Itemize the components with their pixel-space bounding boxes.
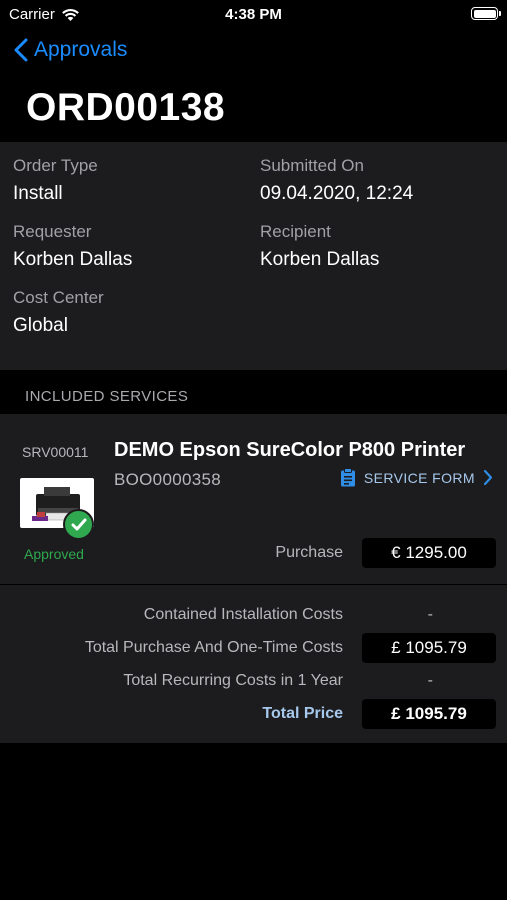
back-button[interactable]: Approvals <box>14 38 127 62</box>
recipient-value: Korben Dallas <box>260 249 380 270</box>
total-price-row: Total Price £ 1095.79 <box>0 699 507 729</box>
battery-icon <box>471 7 501 20</box>
recurring-costs-value: - <box>427 672 433 689</box>
back-chevron-icon <box>14 38 28 62</box>
purchase-label: Purchase <box>275 544 343 561</box>
status-bar: Carrier 4:38 PM <box>0 0 507 30</box>
order-info-panel: Order Type Install Submitted On 09.04.20… <box>0 142 507 370</box>
clock: 4:38 PM <box>225 6 282 23</box>
status-badge: Approved <box>24 546 84 562</box>
one-time-costs-value: £ 1095.79 <box>362 633 496 663</box>
purchase-price: € 1295.00 <box>362 538 496 568</box>
service-name: DEMO Epson SureColor P800 Printer <box>114 439 466 461</box>
installation-costs-label: Contained Installation Costs <box>143 606 343 623</box>
recurring-costs-label: Total Recurring Costs in 1 Year <box>123 672 343 689</box>
checkmark-icon <box>71 518 86 530</box>
requester-field: Requester Korben Dallas <box>13 222 132 271</box>
cost-center-label: Cost Center <box>13 288 104 307</box>
recipient-field: Recipient Korben Dallas <box>260 222 379 271</box>
service-item[interactable]: SRV00011 Approved DEMO Epson SureColor P… <box>0 414 507 584</box>
installation-costs-row: Contained Installation Costs - <box>0 600 507 630</box>
service-form-link[interactable]: SERVICE FORM <box>340 468 493 487</box>
one-time-costs-row: Total Purchase And One-Time Costs £ 1095… <box>0 633 507 663</box>
submitted-on-field: Submitted On 09.04.2020, 12:24 <box>260 156 413 205</box>
service-id: SRV00011 <box>22 444 89 460</box>
one-time-costs-label: Total Purchase And One-Time Costs <box>84 639 343 656</box>
recipient-label: Recipient <box>260 222 331 241</box>
back-label: Approvals <box>34 38 128 61</box>
submitted-on-value: 09.04.2020, 12:24 <box>260 183 414 204</box>
order-type-value: Install <box>13 183 63 204</box>
submitted-on-label: Submitted On <box>260 156 364 175</box>
requester-value: Korben Dallas <box>13 249 133 270</box>
installation-costs-value: - <box>427 606 433 623</box>
requester-label: Requester <box>13 222 92 241</box>
service-form-label: SERVICE FORM <box>363 469 475 486</box>
section-header-included-services: INCLUDED SERVICES <box>25 388 189 405</box>
chevron-right-icon <box>483 469 493 486</box>
cost-center-field: Cost Center Global <box>13 288 104 337</box>
total-price-value: £ 1095.79 <box>362 699 496 729</box>
clipboard-icon <box>340 468 355 487</box>
page-title: ORD00138 <box>26 86 226 129</box>
service-code: BOO0000358 <box>114 470 221 489</box>
approved-check-icon <box>63 509 94 540</box>
order-type-field: Order Type Install <box>13 156 98 205</box>
cost-summary-panel: Contained Installation Costs - Total Pur… <box>0 585 507 743</box>
order-type-label: Order Type <box>13 156 98 175</box>
total-price-label: Total Price <box>262 705 343 722</box>
cost-center-value: Global <box>13 315 68 336</box>
recurring-costs-row: Total Recurring Costs in 1 Year - <box>0 666 507 696</box>
